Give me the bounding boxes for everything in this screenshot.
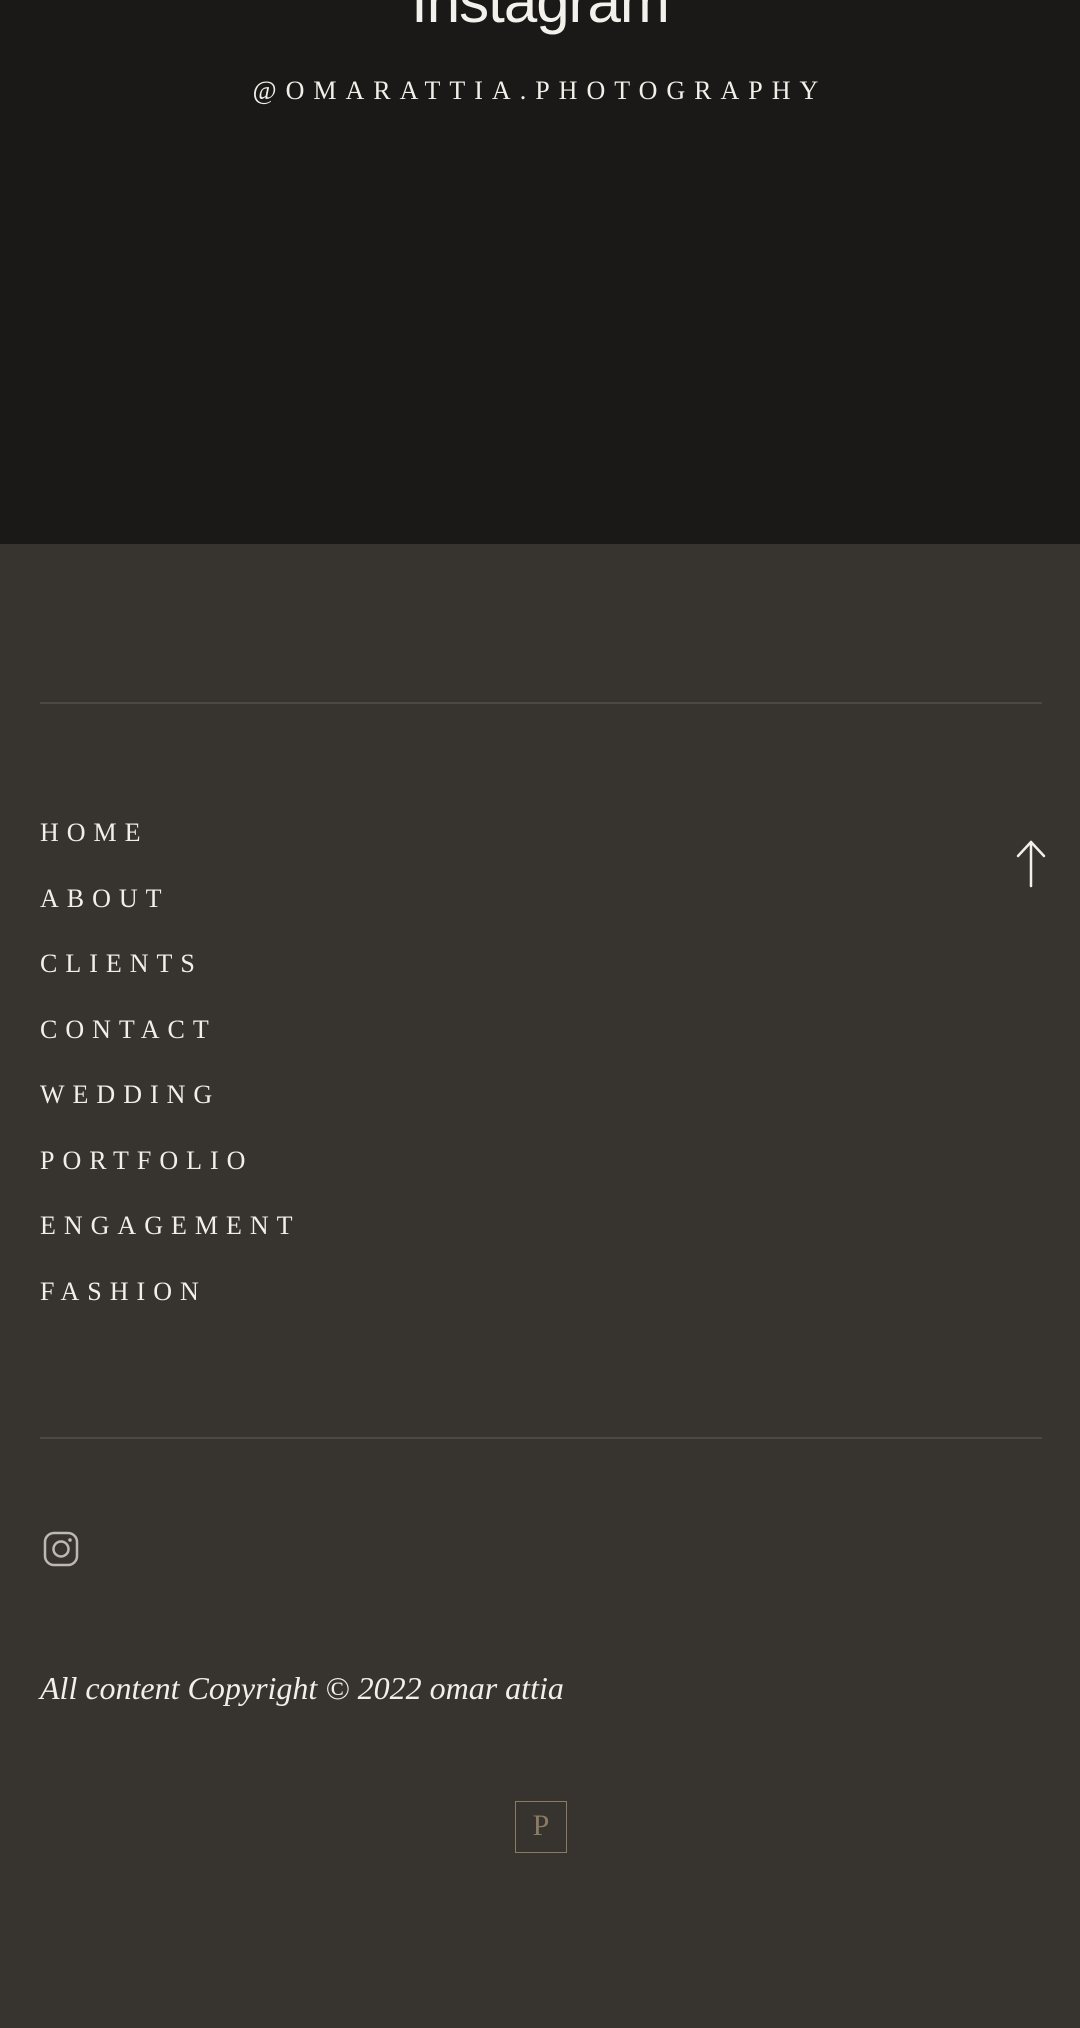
footer-nav-item: WEDDING [40, 1082, 301, 1148]
back-to-top-button[interactable] [1012, 838, 1050, 888]
footer-nav-item: CLIENTS [40, 951, 301, 1017]
instagram-handle-link[interactable]: @OMARATTIA.PHOTOGRAPHY [0, 74, 1080, 108]
footer-divider-top [40, 702, 1042, 704]
footer-nav: HOME ABOUT CLIENTS CONTACT WEDDING PORTF… [40, 820, 301, 1344]
instagram-section: Instagram @OMARATTIA.PHOTOGRAPHY [0, 0, 1080, 544]
nav-link-clients[interactable]: CLIENTS [40, 951, 203, 977]
instagram-social-link[interactable] [42, 1530, 80, 1568]
arrow-up-icon [1016, 840, 1046, 888]
footer-nav-item: ENGAGEMENT [40, 1213, 301, 1279]
footer-nav-item: CONTACT [40, 1016, 301, 1083]
nav-link-wedding[interactable]: WEDDING [40, 1082, 220, 1108]
nav-link-portfolio[interactable]: PORTFOLIO [40, 1147, 253, 1174]
instagram-icon [43, 1531, 79, 1567]
instagram-title: Instagram [411, 0, 670, 35]
footer-nav-item: FASHION [40, 1278, 301, 1345]
nav-link-fashion[interactable]: FASHION [40, 1278, 207, 1305]
site-footer: HOME ABOUT CLIENTS CONTACT WEDDING PORTF… [0, 544, 1080, 2028]
copyright-text: All content Copyright © 2022 omar attia [40, 1670, 564, 1706]
footer-nav-item: ABOUT [40, 885, 301, 952]
footer-nav-item: HOME [40, 820, 301, 886]
nav-link-engagement[interactable]: ENGAGEMENT [40, 1213, 301, 1239]
footer-divider-bottom [40, 1437, 1042, 1439]
nav-link-about[interactable]: ABOUT [40, 885, 170, 912]
showit-badge[interactable]: P [515, 1801, 567, 1853]
nav-link-contact[interactable]: CONTACT [40, 1016, 217, 1043]
nav-link-home[interactable]: HOME [40, 820, 149, 846]
footer-nav-item: PORTFOLIO [40, 1147, 301, 1214]
